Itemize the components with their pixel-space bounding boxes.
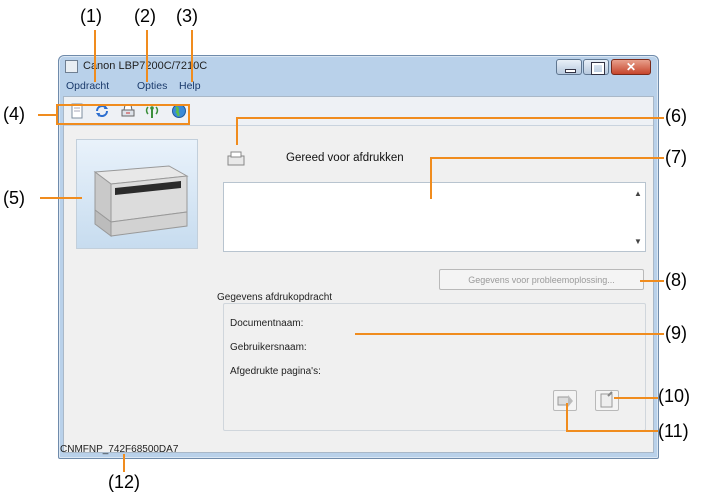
menu-bar: Opdracht Opties Help <box>63 78 654 94</box>
leader-line-5 <box>40 197 82 199</box>
callout-8: (8) <box>665 270 687 290</box>
scroll-up-arrow-icon[interactable]: ▲ <box>634 189 642 198</box>
app-icon <box>65 60 78 73</box>
user-name-label: Gebruikersnaam: <box>230 342 307 353</box>
scroll-down-arrow-icon[interactable]: ▼ <box>634 237 642 246</box>
callout-11: (11) <box>658 421 689 441</box>
leader-line-7b <box>430 157 432 199</box>
cancel-job-button[interactable] <box>595 390 619 411</box>
pause-job-button[interactable] <box>553 390 577 411</box>
title-bar[interactable]: Canon LBP7200C/7210C ✕ <box>59 56 658 78</box>
callout-10: (10) <box>658 386 691 406</box>
leader-line-1 <box>94 30 96 82</box>
close-icon: ✕ <box>626 60 637 74</box>
leader-line-11b <box>566 430 658 432</box>
callout-3: (3) <box>176 6 198 26</box>
status-detail-box[interactable]: ▲ ▼ <box>223 182 646 252</box>
cancel-job-icon <box>600 391 613 408</box>
leader-line-3 <box>191 30 193 82</box>
menu-help[interactable]: Help <box>179 80 201 92</box>
leader-line-6b <box>236 117 238 145</box>
printed-pages-label: Afgedrukte pagina's: <box>230 366 321 377</box>
pause-job-icon <box>557 395 573 407</box>
minimize-button[interactable] <box>556 59 582 75</box>
close-button[interactable]: ✕ <box>611 59 651 75</box>
callout-2: (2) <box>134 6 156 26</box>
leader-line-9 <box>355 333 664 335</box>
status-message: Gereed voor afdrukken <box>286 152 404 164</box>
device-name: CNMFNP_742F68500DA7 <box>60 444 179 455</box>
callout-4: (4) <box>3 104 25 124</box>
maximize-button[interactable] <box>583 59 609 75</box>
leader-line-12 <box>123 454 125 472</box>
leader-line-10 <box>614 397 658 399</box>
toolbar-highlight-box <box>56 104 190 125</box>
menu-opdracht[interactable]: Opdracht <box>66 80 109 92</box>
printer-image <box>76 139 198 249</box>
callout-9: (9) <box>665 323 687 343</box>
callout-12: (12) <box>108 472 141 492</box>
callout-5: (5) <box>3 188 25 208</box>
document-name-label: Documentnaam: <box>230 318 304 329</box>
callout-1: (1) <box>80 6 102 26</box>
leader-line-2 <box>146 30 148 82</box>
callout-6: (6) <box>665 106 687 126</box>
leader-line-4a <box>38 114 56 116</box>
job-info-title: Gegevens afdrukopdracht <box>215 292 335 303</box>
leader-line-6a <box>236 117 664 119</box>
status-printer-icon <box>226 151 246 167</box>
troubleshooting-info-button[interactable]: Gegevens voor probleemoplossing... <box>439 269 644 290</box>
leader-line-7a <box>430 157 664 159</box>
menu-opties[interactable]: Opties <box>137 80 167 92</box>
leader-line-8 <box>640 280 664 282</box>
leader-line-11a <box>566 403 568 431</box>
callout-7: (7) <box>665 147 687 167</box>
